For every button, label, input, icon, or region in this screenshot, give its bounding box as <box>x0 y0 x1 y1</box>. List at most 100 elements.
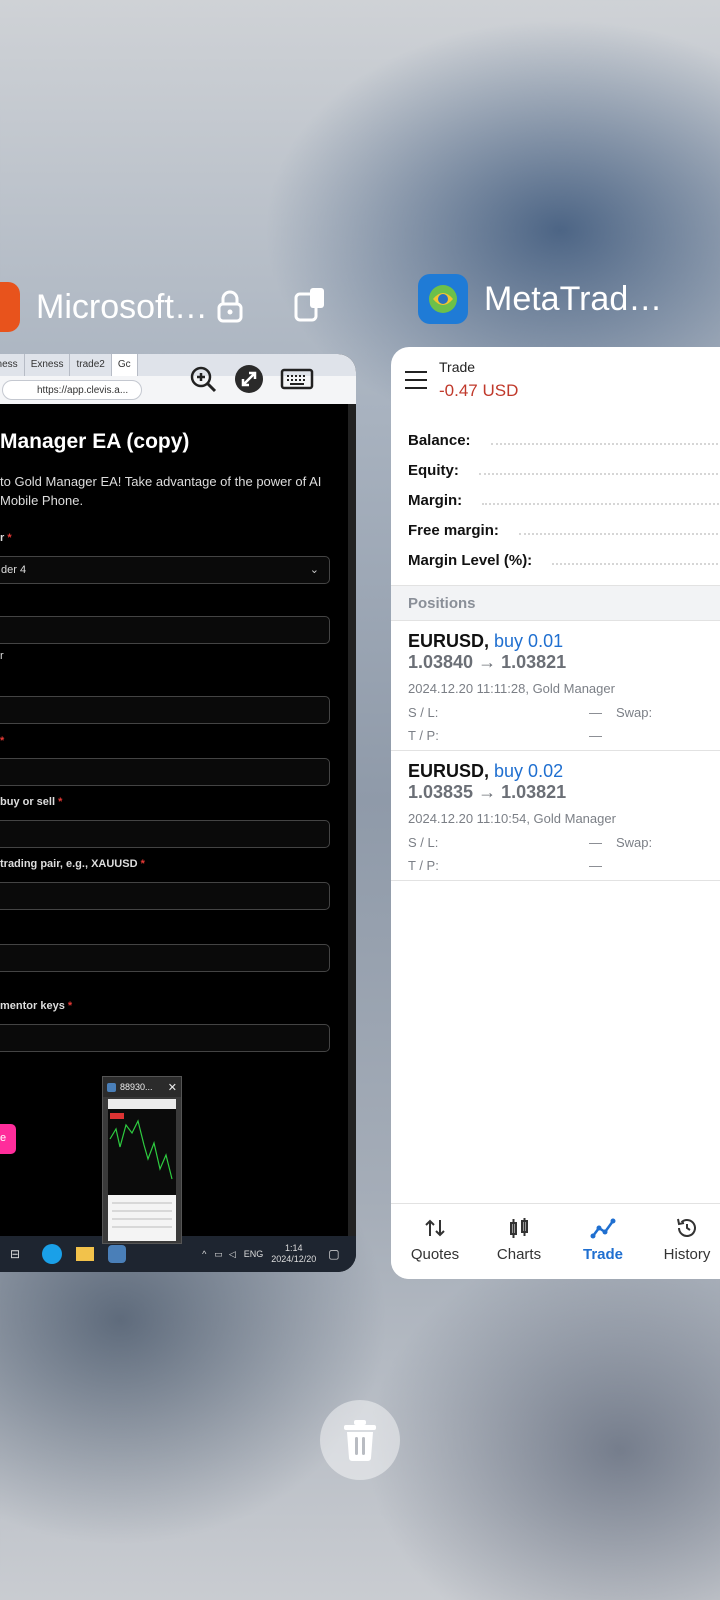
trash-icon <box>344 1420 376 1461</box>
volume-icon: ◁ <box>228 1248 236 1259</box>
account-row-margin-level: Margin Level (%): <box>408 547 720 573</box>
tray-chevron-icon[interactable]: ^ <box>202 1249 206 1259</box>
tp-label: T / P: <box>408 858 439 873</box>
position-title: EURUSD, buy 0.02 <box>408 761 563 782</box>
nav-trade[interactable]: Trade <box>563 1212 643 1263</box>
position-symbol: EURUSD, <box>408 631 490 651</box>
recent-app-card-metatrader[interactable]: Trade -0.47 USD ⌄ Balance: Equity: Margi… <box>391 347 720 1279</box>
keyboard-icon[interactable] <box>280 364 314 394</box>
trade-icon <box>590 1218 616 1239</box>
remote-connection-icon[interactable] <box>234 364 264 394</box>
sl-label: S / L: <box>408 705 439 720</box>
history-icon <box>677 1218 696 1237</box>
nav-history[interactable]: History <box>647 1212 720 1263</box>
charts-icon <box>510 1218 528 1238</box>
language-indicator[interactable]: ENG <box>244 1249 264 1259</box>
browser-tab[interactable]: Exness <box>25 354 71 376</box>
file-explorer-icon[interactable] <box>76 1247 95 1261</box>
microsoft-rd-app-icon <box>0 282 20 332</box>
nav-label: Trade <box>582 1246 624 1263</box>
position-meta: 2024.12.20 11:11:28, Gold Manager <box>408 681 615 696</box>
task-view-icon[interactable]: ⊟ <box>10 1247 20 1261</box>
metatrader-app-icon <box>418 274 468 324</box>
account-row-equity: Equity: <box>408 457 720 483</box>
nav-charts[interactable]: Charts <box>479 1212 559 1263</box>
sl-label: S / L: <box>408 835 439 850</box>
form-input[interactable] <box>0 820 330 848</box>
balance-label: Balance: <box>408 431 471 449</box>
form-label: r * <box>0 532 12 544</box>
positions-header-label: Positions <box>408 595 476 612</box>
split-screen-icon[interactable] <box>290 284 330 324</box>
browser-tab[interactable]: exness <box>0 354 25 376</box>
app-title: MetaTrad… <box>484 279 663 318</box>
nav-label: Charts <box>496 1246 542 1263</box>
chevron-down-icon: ⌄ <box>309 564 319 576</box>
lock-icon[interactable] <box>210 286 250 326</box>
remote-desktop-toolbar <box>188 356 338 402</box>
form-input[interactable] <box>0 1024 330 1052</box>
browser-tab[interactable]: trade2 <box>70 354 112 376</box>
form-input[interactable] <box>0 882 330 910</box>
form-input[interactable] <box>0 758 330 786</box>
notification-icon[interactable]: ▢ <box>328 1247 339 1261</box>
swap-label: Swap: <box>616 705 653 720</box>
form-input[interactable] <box>0 944 330 972</box>
tp-label: T / P: <box>408 728 439 743</box>
app-header-microsoft[interactable]: Microsoft… <box>0 282 208 332</box>
tp-value: — <box>589 728 602 743</box>
thumbnail-titlebar: 88930... ✕ <box>103 1077 181 1097</box>
thumbnail-title: 88930... <box>120 1082 153 1092</box>
position-prices: 1.03835 → 1.03821 <box>408 782 567 802</box>
taskbar-clock: 1:14 2024/12/20 <box>271 1243 316 1265</box>
form-label: buy or sell * <box>0 796 63 808</box>
metatrader-taskbar-icon[interactable] <box>108 1245 127 1263</box>
thumbnail-chart-graphic <box>108 1099 176 1241</box>
positions-section-header: Positions <box>391 585 720 621</box>
browser-tab-active[interactable]: Gc <box>111 354 138 376</box>
metatrader-logo-icon <box>429 285 457 313</box>
account-row-balance: Balance: <box>408 427 720 453</box>
nav-quotes[interactable]: Quotes <box>395 1212 475 1263</box>
metatrader-small-icon <box>107 1082 116 1092</box>
position-direction: buy 0.01 <box>494 631 564 651</box>
quotes-icon <box>425 1219 445 1237</box>
swap-label: Swap: <box>616 835 653 850</box>
position-item[interactable]: EURUSD, buy 0.02 1.03835 → 1.03821 2024.… <box>391 751 720 881</box>
page-scrollbar[interactable] <box>348 404 356 1236</box>
zoom-in-icon[interactable] <box>188 364 218 394</box>
form-input[interactable] <box>0 696 330 724</box>
nav-label: Quotes <box>410 1246 460 1263</box>
margin-label: Margin: <box>408 491 463 509</box>
bottom-navigation: Quotes Charts Trade History <box>391 1203 720 1279</box>
screen-title: Trade <box>439 359 476 375</box>
position-prices: 1.03840 → 1.03821 <box>408 652 567 672</box>
app-title: Microsoft… <box>36 287 208 326</box>
network-icon: ▭ <box>214 1248 223 1259</box>
position-title: EURUSD, buy 0.01 <box>408 631 563 652</box>
form-label: mentor keys * <box>0 1000 73 1012</box>
taskbar-thumbnail-preview[interactable]: 88930... ✕ <box>102 1076 182 1244</box>
position-meta: 2024.12.20 11:10:54, Gold Manager <box>408 811 616 826</box>
form-select[interactable]: der 4 ⌄ <box>0 556 330 584</box>
edge-icon[interactable] <box>42 1244 63 1264</box>
position-item[interactable]: EURUSD, buy 0.01 1.03840 → 1.03821 2024.… <box>391 621 720 751</box>
form-label: * <box>0 735 5 747</box>
submit-button[interactable]: e <box>0 1124 16 1154</box>
form-input[interactable] <box>0 616 330 644</box>
tp-value: — <box>589 858 602 873</box>
floating-profit: -0.47 USD <box>439 381 519 400</box>
clock-time: 1:14 <box>285 1243 303 1253</box>
page-description: to Gold Manager EA! Take advantage of th… <box>0 474 322 508</box>
account-row-free-margin: Free margin: <box>408 517 720 543</box>
app-header-metatrader[interactable]: MetaTrad… <box>418 274 662 324</box>
url-field[interactable]: https://app.clevis.a... <box>2 380 142 400</box>
clear-all-button[interactable] <box>320 1400 400 1480</box>
form-label: trading pair, e.g., XAUUSD * <box>0 858 145 870</box>
trade-header: Trade -0.47 USD ⌄ <box>391 347 720 415</box>
menu-icon[interactable] <box>405 371 427 389</box>
nav-label: History <box>663 1246 711 1263</box>
clock-date: 2024/12/20 <box>271 1254 317 1264</box>
equity-label: Equity: <box>408 461 459 479</box>
close-icon[interactable]: ✕ <box>168 1081 177 1094</box>
